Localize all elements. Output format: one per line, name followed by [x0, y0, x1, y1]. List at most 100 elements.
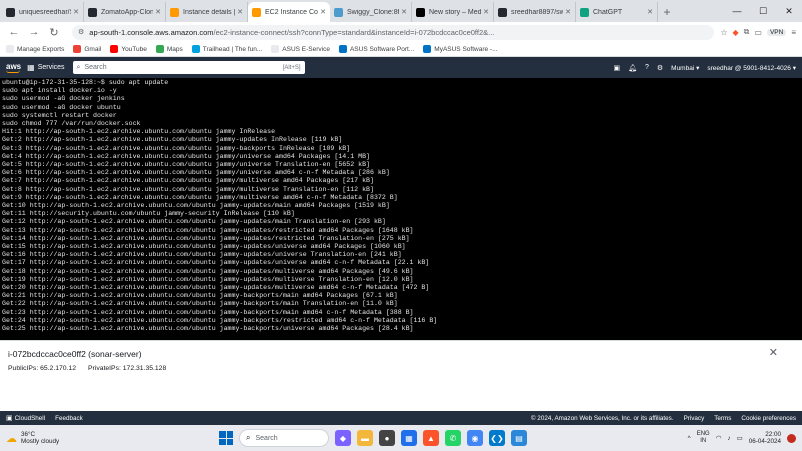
- region-selector[interactable]: Mumbai ▾: [671, 64, 699, 72]
- instance-info-panel: i-072bcdccac0ce0ff2 (sonar-server) ✕ Pub…: [0, 340, 802, 411]
- terms-link[interactable]: Terms: [714, 415, 731, 422]
- taskbar-app-chrome-icon[interactable]: ◉: [467, 430, 483, 446]
- taskbar-app-vscode-icon[interactable]: ❮❯: [489, 430, 505, 446]
- feedback-link[interactable]: Feedback: [55, 415, 83, 422]
- browser-tab[interactable]: New story – Medium✕: [412, 2, 494, 22]
- back-icon[interactable]: ←: [6, 24, 22, 40]
- close-window-icon[interactable]: ✕: [776, 0, 802, 22]
- bookmark-label: Gmail: [84, 45, 102, 53]
- cookie-preferences-link[interactable]: Cookie preferences: [741, 415, 796, 422]
- taskbar-app-store-icon[interactable]: ▦: [401, 430, 417, 446]
- tab-close-icon[interactable]: ✕: [483, 8, 489, 16]
- terminal-line: Get:18 http://ap-south-1.ec2.archive.ubu…: [2, 267, 414, 275]
- notification-badge[interactable]: [787, 433, 796, 443]
- address-bar[interactable]: ⚙ ap-south-1.console.aws.amazon.com/ec2-…: [72, 24, 715, 40]
- bookmark-label: MyASUS Software -...: [434, 45, 498, 53]
- terminal-line: sudo usermod -aG docker ubuntu: [2, 103, 121, 111]
- ssh-terminal[interactable]: ubuntu@ip-172-31-35-128:~$ sudo apt upda…: [0, 78, 802, 340]
- terminal-icon: ▣: [6, 415, 13, 422]
- tab-label: Swiggy_Clone:8fae6: [347, 8, 400, 16]
- browser-tab[interactable]: EC2 Instance Co ✕: [248, 2, 330, 22]
- bookmark-item[interactable]: Gmail: [73, 45, 101, 53]
- vpn-button[interactable]: VPN: [766, 28, 787, 36]
- taskbar-app-notes-icon[interactable]: ▤: [511, 430, 527, 446]
- browser-tab[interactable]: uniquesreedhar/Sweg✕: [2, 2, 84, 22]
- notifications-bell-icon[interactable]: 🔔︎: [628, 64, 637, 72]
- cloudshell-link[interactable]: ▣ CloudShell: [6, 414, 45, 422]
- aws-search-input[interactable]: ⌕ Search [Alt+S]: [72, 61, 305, 74]
- bookmark-item[interactable]: MyASUS Software -...: [423, 45, 498, 53]
- cloudshell-icon[interactable]: ▣: [613, 64, 620, 72]
- help-icon[interactable]: ?: [645, 64, 649, 71]
- tab-close-icon[interactable]: ✕: [565, 8, 571, 16]
- taskbar-app-brave-icon[interactable]: ▲: [423, 430, 439, 446]
- taskbar-search-label: Search: [255, 434, 278, 442]
- terminal-line: Get:15 http://ap-south-1.ec2.archive.ubu…: [2, 243, 406, 251]
- taskbar-search[interactable]: ⌕ Search: [239, 429, 329, 447]
- weather-widget[interactable]: ☁ 36°C Mostly cloudy: [6, 431, 96, 446]
- privacy-link[interactable]: Privacy: [684, 415, 705, 422]
- sidebar-icon[interactable]: ▭: [754, 28, 762, 37]
- tab-label: ZomatoApp-Clone/Z: [101, 8, 153, 16]
- volume-icon[interactable]: ♪: [727, 435, 730, 442]
- search-icon: ⌕: [76, 63, 81, 71]
- tray-overflow-icon[interactable]: ^: [688, 435, 691, 442]
- taskbar-app-whatsapp-icon[interactable]: ✆: [445, 430, 461, 446]
- site-info-icon[interactable]: ⚙: [78, 28, 84, 36]
- reload-icon[interactable]: ↻: [46, 24, 62, 40]
- brave-shield-icon[interactable]: ◆: [733, 28, 739, 37]
- tab-close-icon[interactable]: ✕: [320, 8, 326, 16]
- browser-tab[interactable]: ZomatoApp-Clone/Z✕: [84, 2, 166, 22]
- aws-logo[interactable]: aws: [6, 62, 21, 73]
- taskbar-app-files-icon[interactable]: ▬: [357, 430, 373, 446]
- extensions-icon[interactable]: ⧉: [744, 27, 750, 37]
- wifi-icon[interactable]: ◠: [716, 434, 722, 442]
- windows-start-icon[interactable]: [219, 431, 233, 445]
- bookmark-item[interactable]: YouTube: [110, 45, 147, 53]
- close-icon[interactable]: ✕: [769, 346, 778, 359]
- browser-tab[interactable]: sreedhar8897/swigg✕: [494, 2, 576, 22]
- tab-favicon-icon: [416, 7, 425, 17]
- tab-close-icon[interactable]: ✕: [237, 8, 243, 16]
- tab-favicon-icon: [498, 7, 507, 17]
- terminal-line: Get:11 http://security.ubuntu.com/ubuntu…: [2, 210, 295, 218]
- terminal-line: Get:4 http://ap-south-1.ec2.archive.ubun…: [2, 152, 370, 160]
- weather-condition: Mostly cloudy: [21, 438, 60, 445]
- taskbar-app-camera-icon[interactable]: ●: [379, 430, 395, 446]
- account-menu[interactable]: sreedhar @ 5901-8412-4026 ▾: [707, 64, 796, 72]
- new-tab-icon[interactable]: +: [658, 2, 676, 22]
- tab-close-icon[interactable]: ✕: [73, 8, 79, 16]
- bookmark-item[interactable]: Trailhead | The fun...: [191, 45, 262, 53]
- terminal-line: Get:8 http://ap-south-1.ec2.archive.ubun…: [2, 185, 374, 193]
- tab-close-icon[interactable]: ✕: [647, 8, 653, 16]
- terminal-line: Get:14 http://ap-south-1.ec2.archive.ubu…: [2, 234, 410, 242]
- terminal-line: Get:13 http://ap-south-1.ec2.archive.ubu…: [2, 226, 414, 234]
- browser-tab[interactable]: Instance details | EC2✕: [166, 2, 248, 22]
- bookmark-item[interactable]: ASUS E-Service: [271, 45, 330, 53]
- bookmark-item[interactable]: Maps: [155, 45, 183, 53]
- browser-tab[interactable]: Swiggy_Clone:8fae6✕: [330, 2, 412, 22]
- menu-icon[interactable]: ≡: [791, 28, 796, 37]
- private-ips: PrivateIPs: 172.31.35.128: [88, 365, 167, 372]
- minimize-icon[interactable]: —: [724, 0, 750, 22]
- browser-tab[interactable]: ChatGPT ✕: [576, 2, 658, 22]
- copyright-text: © 2024, Amazon Web Services, Inc. or its…: [530, 414, 674, 422]
- bookmark-star-icon[interactable]: ☆: [720, 28, 727, 37]
- bookmark-item[interactable]: Manage Exports: [6, 45, 64, 53]
- terminal-line: sudo usermod -aG docker jenkins: [2, 95, 125, 103]
- services-menu[interactable]: ▦ Services: [27, 63, 64, 72]
- tab-close-icon[interactable]: ✕: [401, 8, 407, 16]
- bookmark-item[interactable]: ASUS Software Port...: [338, 45, 414, 53]
- terminal-line: sudo apt install docker.io -y: [2, 87, 117, 95]
- bookmark-favicon-icon: [191, 45, 200, 53]
- forward-icon[interactable]: →: [26, 24, 42, 40]
- maximize-icon[interactable]: ☐: [750, 0, 776, 22]
- taskbar-app-copilot-icon[interactable]: ◆: [335, 430, 351, 446]
- tab-close-icon[interactable]: ✕: [155, 8, 161, 16]
- settings-gear-icon[interactable]: ⚙: [657, 64, 663, 72]
- language-indicator[interactable]: ENG IN: [697, 431, 710, 446]
- battery-icon[interactable]: ▭: [737, 434, 743, 442]
- clock[interactable]: 22:00 06-04-2024: [749, 431, 781, 446]
- public-ips: PublicIPs: 65.2.170.12: [8, 365, 77, 372]
- bookmarks-bar: Manage Exports Gmail YouTube Maps Trailhead …: [0, 42, 802, 57]
